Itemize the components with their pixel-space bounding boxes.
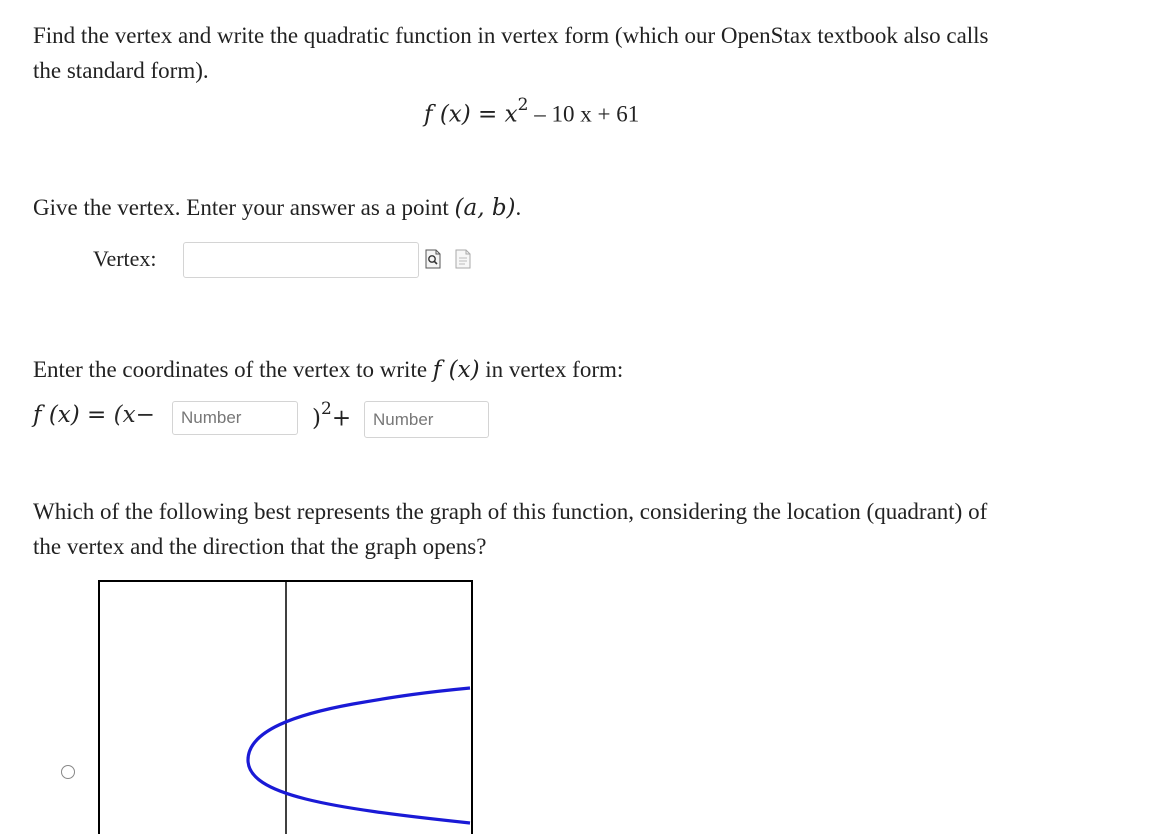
vertex-h-input[interactable] [172, 401, 298, 435]
vertex-form-prompt: Enter the coordinates of the vertex to w… [33, 352, 623, 388]
vertex-form-exponent: 2 [320, 399, 332, 419]
graph-choice-1[interactable] [98, 580, 473, 834]
graph-prompt-line-1: Which of the following best represents t… [33, 499, 988, 524]
vertex-prompt-text: Give the vertex. Enter your answer as a … [33, 195, 455, 220]
vertex-k-input[interactable] [364, 401, 489, 438]
vertex-form-close: )2+ [312, 399, 352, 432]
function-rest: – 10 x + 61 [528, 101, 640, 127]
intro-line-2: the standard form). [33, 58, 209, 83]
vertex-form-plus: + [331, 405, 352, 432]
intro-line-1: Find the vertex and write the quadratic … [33, 23, 989, 48]
function-exponent: 2 [517, 95, 529, 115]
graph-choice-1-plot [98, 580, 473, 834]
vertex-input[interactable] [183, 242, 419, 278]
function-x: x [504, 101, 518, 128]
vertex-label: Vertex: [93, 246, 157, 271]
graph-choice-1-radio[interactable] [61, 765, 75, 779]
vertex-form-equals: = [79, 402, 114, 428]
vertex-form-prompt-text: Enter the coordinates of the vertex to w… [33, 357, 433, 382]
graph-prompt-line-2: the vertex and the direction that the gr… [33, 534, 487, 559]
vertex-prompt-end: . [515, 195, 522, 220]
question-intro: Find the vertex and write the quadratic … [33, 18, 989, 88]
entry-help-icon[interactable] [455, 249, 471, 269]
vertex-form-lhs: f (x) = (x− [33, 402, 155, 428]
function-display: f (x) = x2 – 10 x + 61 [424, 95, 640, 128]
function-equals: = [470, 101, 505, 128]
vertex-form-close-paren: ) [312, 405, 321, 432]
vertex-form-open: (x− [113, 402, 155, 428]
vertex-form-f: f (x) [33, 402, 80, 428]
graph-prompt: Which of the following best represents t… [33, 494, 987, 564]
vertex-form-prompt-math: f (x) [432, 357, 480, 383]
vertex-form-prompt-end: in vertex form: [479, 357, 624, 382]
function-lhs: f (x) [424, 101, 471, 128]
preview-icon[interactable] [425, 249, 441, 269]
vertex-prompt-math: (a, b) [454, 195, 516, 221]
vertex-prompt: Give the vertex. Enter your answer as a … [33, 190, 521, 226]
